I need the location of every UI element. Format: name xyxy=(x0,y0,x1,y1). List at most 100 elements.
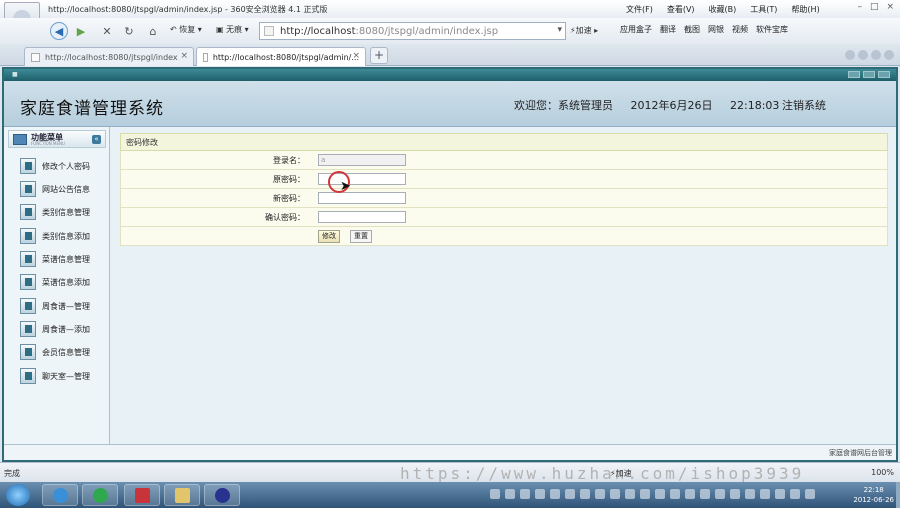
tray-icon[interactable] xyxy=(715,489,725,499)
tray-icon[interactable] xyxy=(670,489,680,499)
minimize-button[interactable]: – xyxy=(857,2,862,12)
strip-button-icon[interactable] xyxy=(863,71,875,78)
new-tab-button[interactable]: + xyxy=(370,47,388,64)
stop-icon[interactable]: ✕ xyxy=(98,22,116,40)
tray-icon[interactable] xyxy=(520,489,530,499)
back-arrow-icon[interactable]: ◀ xyxy=(50,22,68,40)
close-tab-icon[interactable]: × xyxy=(352,51,360,61)
sidebar-item-weekly-add[interactable]: 周食谱—添加 xyxy=(20,320,90,338)
address-dropdown-icon[interactable]: ▾ xyxy=(557,25,562,35)
accelerate-button[interactable]: ⚡加速 ▸ xyxy=(570,25,598,36)
tray-icon[interactable] xyxy=(535,489,545,499)
app-box-button[interactable]: 应用盒子 xyxy=(620,24,652,35)
globe-app-icon[interactable] xyxy=(204,484,240,506)
tray-icon[interactable] xyxy=(685,489,695,499)
tray-icon[interactable] xyxy=(805,489,815,499)
browser-app-icon[interactable] xyxy=(82,484,118,506)
tray-icon[interactable] xyxy=(730,489,740,499)
tray-icon[interactable] xyxy=(640,489,650,499)
media-app-icon[interactable] xyxy=(124,484,160,506)
tray-icon[interactable] xyxy=(790,489,800,499)
submit-button[interactable]: 修改 xyxy=(318,230,340,243)
sidebar-item-category-manage[interactable]: 类别信息管理 xyxy=(20,203,90,221)
menu-help[interactable]: 帮助(H) xyxy=(791,4,819,15)
tab-index[interactable]: http://localhost:8080/jtspgl/index × xyxy=(24,47,194,66)
screenshot-button[interactable]: 截图 xyxy=(684,24,700,35)
incognito-button[interactable]: ▣ 无痕 ▾ xyxy=(216,24,249,35)
video-button[interactable]: 视频 xyxy=(732,24,748,35)
tray-icon[interactable] xyxy=(580,489,590,499)
toolbar-right-group: 应用盒子 翻译 截图 网银 视频 软件宝库 xyxy=(620,24,788,35)
sidebar: 功能菜单 FUNCTION MENU « 修改个人密码 网站公告信息 类别信息管… xyxy=(4,127,110,444)
tray-icon[interactable] xyxy=(745,489,755,499)
menu-tools[interactable]: 工具(T) xyxy=(750,4,777,15)
translate-button[interactable]: 翻译 xyxy=(660,24,676,35)
restore-button[interactable]: ↶ 恢复 ▾ xyxy=(170,24,202,35)
sidebar-item-announcements[interactable]: 网站公告信息 xyxy=(20,180,90,198)
sidebar-item-recipe-manage[interactable]: 菜谱信息管理 xyxy=(20,250,90,268)
forward-arrow-icon[interactable]: ▶ xyxy=(72,22,90,40)
maximize-button[interactable]: □ xyxy=(870,2,879,12)
clock-time: 22:18 xyxy=(863,486,884,494)
page-top-strip: ■ xyxy=(4,69,896,81)
new-password-label: 新密码： xyxy=(273,194,305,203)
sidebar-item-weekly-manage[interactable]: 周食谱—管理 xyxy=(20,297,90,315)
tab-scroll-left-icon[interactable] xyxy=(858,50,868,60)
tray-icon[interactable] xyxy=(550,489,560,499)
start-button-icon[interactable] xyxy=(6,484,30,506)
tray-icon[interactable] xyxy=(565,489,575,499)
strip-button-icon[interactable] xyxy=(848,71,860,78)
confirm-password-field[interactable] xyxy=(318,211,406,223)
menu-view[interactable]: 查看(V) xyxy=(667,4,695,15)
menu-item-icon xyxy=(20,344,36,360)
folder-app-icon[interactable] xyxy=(164,484,200,506)
status-accelerate[interactable]: ⚡加速 xyxy=(610,468,632,479)
refresh-icon[interactable]: ↻ xyxy=(120,22,138,40)
logout-link[interactable]: 注销系统 xyxy=(782,97,826,113)
reset-button[interactable]: 重置 xyxy=(350,230,372,243)
taskbar: 22:18 2012-06-26 xyxy=(0,482,900,508)
tab-scroll-right-icon[interactable] xyxy=(871,50,881,60)
menu-file[interactable]: 文件(F) xyxy=(626,4,653,15)
close-window-button[interactable]: × xyxy=(886,2,894,12)
tray-icon[interactable] xyxy=(775,489,785,499)
ie-app-icon[interactable] xyxy=(42,484,78,506)
menu-favorites[interactable]: 收藏(B) xyxy=(709,4,737,15)
new-password-field[interactable] xyxy=(318,192,406,204)
tray-icon[interactable] xyxy=(490,489,500,499)
zoom-level[interactable]: 100% xyxy=(871,468,894,477)
tray-icon[interactable] xyxy=(655,489,665,499)
tray-icon[interactable] xyxy=(610,489,620,499)
tab-label: http://localhost:8080/jtspgl/admin/... xyxy=(212,52,359,62)
close-tab-icon[interactable]: × xyxy=(180,51,188,61)
welcome-info: 欢迎您：系统管理员 2012年6月26日 22:18:03 xyxy=(514,97,793,113)
ebank-button[interactable]: 网银 xyxy=(708,24,724,35)
tray-icon[interactable] xyxy=(760,489,770,499)
system-clock[interactable]: 22:18 2012-06-26 xyxy=(853,485,894,505)
tray-icon[interactable] xyxy=(505,489,515,499)
menu-item-icon xyxy=(20,181,36,197)
watermark-text: https://www.huzhan.com/ishop3939 xyxy=(400,464,805,483)
tray-icon[interactable] xyxy=(700,489,710,499)
tray-icon[interactable] xyxy=(595,489,605,499)
username-field[interactable] xyxy=(318,154,406,166)
home-icon[interactable]: ⌂ xyxy=(144,22,162,40)
sidebar-item-label: 类别信息添加 xyxy=(42,231,90,241)
sidebar-item-member-manage[interactable]: 会员信息管理 xyxy=(20,343,90,361)
collapse-icon[interactable]: « xyxy=(92,135,101,144)
tab-options-icon[interactable] xyxy=(884,50,894,60)
tab-admin[interactable]: http://localhost:8080/jtspgl/admin/... × xyxy=(196,47,366,66)
sidebar-item-recipe-add[interactable]: 菜谱信息添加 xyxy=(20,273,90,291)
sidebar-item-category-add[interactable]: 类别信息添加 xyxy=(20,227,90,245)
show-desktop-button[interactable] xyxy=(896,482,900,508)
sidebar-item-label: 修改个人密码 xyxy=(42,161,90,171)
menu-item-icon xyxy=(20,368,36,384)
sidebar-item-chatroom-manage[interactable]: 聊天室—管理 xyxy=(20,367,90,385)
welcome-text: 欢迎您：系统管理员 xyxy=(514,99,613,112)
strip-button-icon[interactable] xyxy=(878,71,890,78)
software-store-button[interactable]: 软件宝库 xyxy=(756,24,788,35)
sidebar-item-change-password[interactable]: 修改个人密码 xyxy=(20,157,90,175)
tray-icon[interactable] xyxy=(625,489,635,499)
tab-list-icon[interactable] xyxy=(845,50,855,60)
address-bar[interactable]: http://localhost:8080/jtspgl/admin/index… xyxy=(259,22,566,40)
